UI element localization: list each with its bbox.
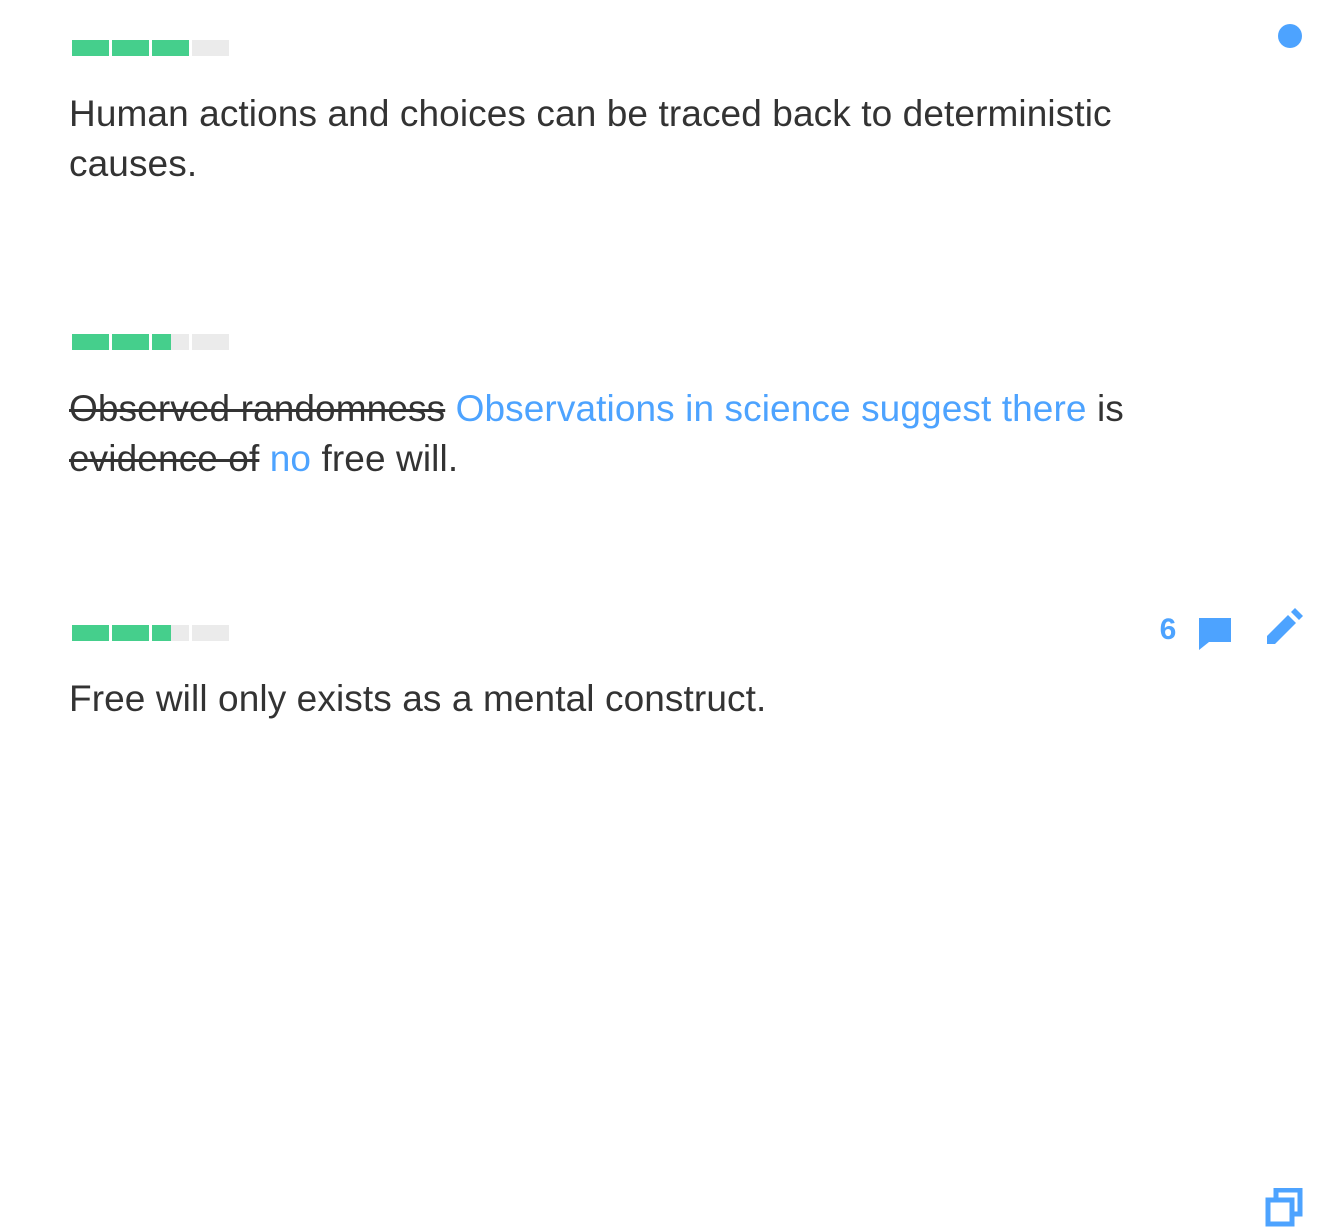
claim-text: Human actions and choices can be traced … [69, 93, 1112, 184]
meter-segment [72, 625, 109, 641]
plain-text: is [1096, 388, 1124, 429]
meter-segment-fill [72, 625, 109, 641]
meter-segment-fill [152, 334, 171, 350]
claim-text: Free will only exists as a mental constr… [69, 678, 767, 719]
meter-segment-fill [112, 625, 149, 641]
meter-segment [152, 334, 189, 350]
removed-text: Observed randomness [69, 388, 446, 429]
meter-segment [112, 40, 149, 56]
confidence-meter [72, 625, 230, 641]
meter-segment [72, 40, 109, 56]
claim-card[interactable]: 6 Observed randomness Observations in sc… [0, 290, 1326, 650]
meter-segment-fill [152, 625, 171, 641]
claim-card[interactable]: Free will only exists as a mental constr… [0, 580, 1326, 1227]
meter-segment [152, 625, 189, 641]
meter-segment-fill [112, 334, 149, 350]
meter-segment [112, 334, 149, 350]
confidence-meter [72, 334, 230, 350]
meter-segment-fill [112, 40, 149, 56]
added-text: no [269, 438, 312, 479]
claim-card[interactable]: Human actions and choices can be traced … [0, 0, 1326, 240]
added-text: Observations in science suggest there [455, 388, 1087, 429]
duplicate-icon[interactable] [1264, 1188, 1304, 1228]
plain-text: free will. [321, 438, 459, 479]
meter-segment-fill [72, 40, 109, 56]
claim-edit-text: Observed randomness Observations in scie… [69, 384, 1219, 484]
meter-segment [72, 334, 109, 350]
meter-segment [192, 40, 229, 56]
meter-segment-fill [152, 40, 189, 56]
unread-indicator-dot [1278, 24, 1302, 48]
removed-text: evidence of [69, 438, 260, 479]
meter-segment [192, 625, 229, 641]
meter-segment [112, 625, 149, 641]
meter-segment [192, 334, 229, 350]
meter-segment [152, 40, 189, 56]
meter-segment-fill [72, 334, 109, 350]
confidence-meter [72, 40, 230, 56]
